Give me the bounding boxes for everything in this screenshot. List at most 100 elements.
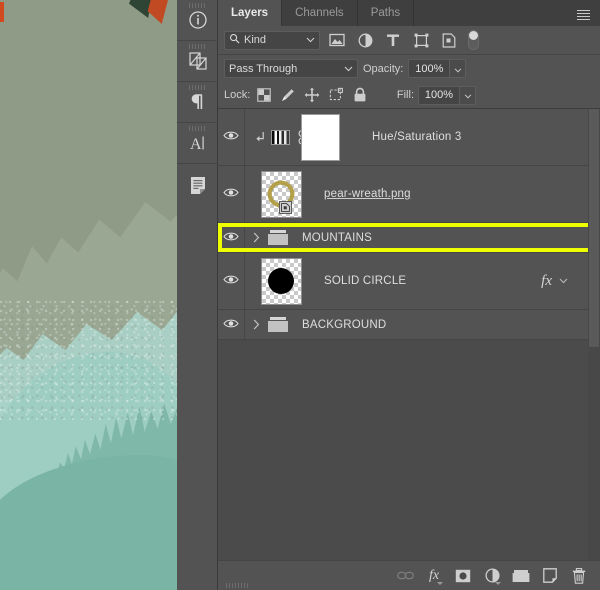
tab-paths[interactable]: Paths [358,0,415,26]
pixel-layer-filter-icon[interactable] [326,30,348,50]
libraries-icon [187,50,209,72]
smart-object-filter-icon[interactable] [438,30,460,50]
info-icon [188,10,208,30]
panel-grip [188,44,207,49]
chevron-down-icon[interactable] [559,278,570,284]
rail-item-notes[interactable] [177,164,218,205]
layer-list-scrollbar[interactable] [588,109,600,560]
fill-label: Fill: [396,89,414,101]
blend-mode-row: Pass Through Opacity: 100% [218,55,600,82]
chevron-down-icon [464,86,472,104]
lock-artboard-nesting-icon[interactable] [326,85,346,105]
layer-name[interactable]: MOUNTAINS [295,232,574,244]
rail-item-character[interactable]: A [177,123,218,164]
lock-all-icon[interactable] [350,85,370,105]
scrollbar-thumb[interactable] [589,109,599,347]
type-layer-filter-icon[interactable] [382,30,404,50]
layer-name[interactable]: SOLID CIRCLE [317,275,541,287]
tab-layers[interactable]: Layers [218,0,283,26]
panel-grip [188,3,207,8]
layer-name[interactable]: BACKGROUND [295,319,574,331]
chevron-right-icon[interactable] [250,232,263,243]
search-icon [229,33,240,47]
canvas-red-edge-mark [0,2,4,22]
panel-tab-strip: Layers Channels Paths [218,0,600,26]
add-layer-mask-icon[interactable] [454,566,472,586]
eye-visible-icon [223,128,239,146]
link-layers-icon[interactable] [396,566,414,586]
filter-kind-select[interactable]: Kind [224,30,320,50]
table-row[interactable]: MOUNTAINS [218,223,600,253]
table-row[interactable]: Hue/Saturation 3 [218,109,600,166]
new-adjustment-layer-icon[interactable] [483,566,501,586]
opacity-input[interactable]: 100% [408,59,451,78]
layer-thumbnail-cell[interactable] [245,166,317,222]
document-canvas[interactable] [0,0,177,590]
fill-input[interactable]: 100% [418,85,460,105]
layer-list[interactable]: Hue/Saturation 3 pear-wreath.png MOUNTAI… [218,109,600,560]
layer-visibility-toggle[interactable] [218,109,245,165]
fill-stepper-button[interactable] [460,85,476,105]
eye-visible-icon [223,229,239,247]
clipping-mask-arrow-icon [254,130,266,144]
lock-position-icon[interactable] [302,85,322,105]
hamburger-menu-icon [576,12,590,14]
new-group-icon[interactable] [512,566,530,586]
lock-row: Lock: Fill: 100% [218,82,600,109]
smart-object-badge-icon [278,200,292,214]
delete-layer-icon[interactable] [570,566,588,586]
table-row[interactable]: BACKGROUND [218,310,600,340]
group-thumbnail-cell[interactable] [245,223,295,252]
shape-layer-filter-icon[interactable] [410,30,432,50]
panel-menu-button[interactable] [574,0,592,26]
caret-down-icon [437,581,443,585]
folder-icon [268,317,288,332]
tab-paths-label: Paths [370,7,401,19]
layer-effects-indicator[interactable]: fx [541,273,574,290]
layers-panel-bottom-bar: fx [218,560,600,590]
layer-name[interactable]: pear-wreath.png [317,188,574,200]
layer-name[interactable]: Hue/Saturation 3 [317,131,574,143]
layer-style-fx-icon[interactable]: fx [541,273,552,290]
lock-transparent-pixels-icon[interactable] [254,85,274,105]
folder-icon [268,230,288,245]
chevron-right-icon[interactable] [250,319,263,330]
layer-visibility-toggle[interactable] [218,310,245,339]
layer-style-fx-icon[interactable]: fx [425,566,443,586]
adjustment-layer-filter-icon[interactable] [354,30,376,50]
blend-mode-value: Pass Through [229,62,298,75]
eye-visible-icon [223,316,239,334]
filter-toggle-switch[interactable] [468,30,479,50]
layer-mask-thumbnail[interactable] [301,114,340,161]
notes-icon [189,175,207,195]
rail-item-libraries[interactable] [177,41,218,82]
hue-saturation-adjustment-icon[interactable] [271,129,290,145]
layer-thumbnail-cell[interactable] [245,109,340,165]
rail-item-paragraph[interactable] [177,82,218,123]
blend-mode-select[interactable]: Pass Through [224,59,358,78]
layer-thumbnail-cell[interactable] [245,253,317,309]
panel-resize-grip[interactable] [226,583,248,588]
opacity-stepper-button[interactable] [450,59,467,78]
lock-label: Lock: [224,89,251,101]
layer-visibility-toggle[interactable] [218,166,245,222]
layer-thumbnail[interactable] [260,170,302,218]
panel-grip [188,85,207,90]
paragraph-icon [189,92,207,112]
rail-item-info[interactable] [177,0,218,41]
table-row[interactable]: SOLID CIRCLE fx [218,253,600,310]
tab-layers-label: Layers [231,7,269,19]
layer-visibility-toggle[interactable] [218,223,245,252]
layer-thumbnail[interactable] [260,257,302,305]
layer-visibility-toggle[interactable] [218,253,245,309]
chevron-down-icon [306,34,315,46]
new-layer-icon[interactable] [541,566,559,586]
chevron-down-icon [344,63,353,75]
filter-kind-label: Kind [244,34,267,46]
group-thumbnail-cell[interactable] [245,310,295,339]
tab-channels-label: Channels [295,7,344,19]
tab-channels[interactable]: Channels [282,0,358,26]
table-row[interactable]: pear-wreath.png [218,166,600,223]
lock-image-pixels-icon[interactable] [278,85,298,105]
solid-circle-artwork [268,268,294,294]
